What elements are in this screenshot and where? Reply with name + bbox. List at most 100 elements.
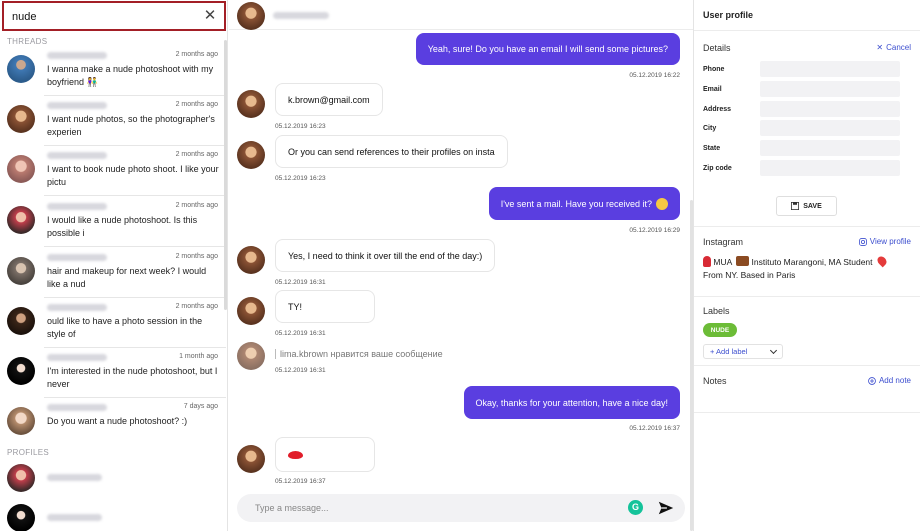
thread-time: 7 days ago [183, 403, 218, 410]
panel-title: User profile [703, 10, 754, 20]
avatar [7, 55, 35, 83]
label-tag[interactable]: NUDE [703, 323, 737, 337]
profile-item[interactable] [0, 498, 226, 531]
thread-name-blurred [47, 354, 107, 361]
thread-item[interactable]: 2 months ago hair and makeup for next we… [0, 248, 226, 298]
add-label-dropdown[interactable]: + Add label [703, 344, 783, 359]
divider [694, 30, 920, 31]
message-text: TY! [288, 301, 303, 312]
city-field[interactable] [760, 120, 900, 136]
save-label: SAVE [803, 202, 822, 210]
close-icon: ✕ [876, 43, 884, 52]
incoming-message [275, 437, 375, 472]
thread-item[interactable]: 7 days ago Do you want a nude photoshoot… [0, 398, 226, 448]
thread-time: 2 months ago [175, 151, 218, 158]
add-note-button[interactable]: Add note [868, 376, 911, 385]
clear-search-icon[interactable]: ✕ [203, 8, 217, 24]
field-label-state: State [703, 145, 721, 152]
message-time: 05.12.2019 16:23 [275, 175, 326, 182]
briefcase-emoji-icon [736, 256, 750, 266]
divider [694, 296, 920, 297]
details-heading: Details [703, 43, 731, 53]
avatar [7, 105, 35, 133]
zip-code-field[interactable] [760, 160, 900, 176]
outgoing-message: Okay, thanks for your attention, have a … [463, 386, 680, 419]
bio-text-1: MUA [713, 257, 732, 267]
thread-item[interactable]: 2 months ago I would like a nude photosh… [0, 197, 226, 247]
thread-snippet: I would like a nude photoshoot. Is this … [47, 215, 198, 238]
labels-heading: Labels [703, 306, 730, 316]
field-label-address: Address [703, 106, 732, 113]
bio-text-2: Instituto Marangoni, MA Student [751, 257, 873, 267]
message-time: 05.12.2019 16:31 [275, 367, 326, 374]
send-icon[interactable] [657, 499, 675, 517]
message-composer[interactable]: G [237, 494, 685, 522]
profiles-section-label: PROFILES [7, 448, 49, 457]
avatar [7, 504, 35, 531]
message-text: Yes, I need to think it over till the en… [288, 250, 483, 261]
thread-name-blurred [47, 304, 107, 311]
avatar [237, 90, 265, 118]
add-label-text: + Add label [710, 347, 748, 356]
email-field[interactable] [760, 81, 900, 97]
avatar [237, 141, 265, 169]
pin-emoji-icon [875, 254, 889, 268]
message-time: 05.12.2019 16:31 [275, 330, 326, 337]
profile-name-blurred [47, 514, 102, 521]
profile-name-blurred [47, 474, 102, 481]
contact-name-blurred [273, 12, 329, 19]
notes-heading: Notes [703, 376, 727, 386]
thread-name-blurred [47, 152, 107, 159]
message-text: Or you can send references to their prof… [288, 146, 495, 157]
address-field[interactable] [760, 101, 900, 117]
grammarly-icon[interactable]: G [628, 500, 643, 515]
threads-panel: ✕ THREADS 2 months ago I wanna make a nu… [0, 0, 228, 531]
phone-field[interactable] [760, 61, 900, 77]
save-button[interactable]: SAVE [776, 196, 837, 216]
chat-panel: Yeah, sure! Do you have an email I will … [229, 0, 693, 531]
thread-item[interactable]: 1 month ago I'm interested in the nude p… [0, 348, 226, 398]
thread-item[interactable]: 2 months ago I want to book nude photo s… [0, 146, 226, 196]
divider [44, 195, 226, 196]
message-time: 05.12.2019 16:23 [275, 123, 326, 130]
message-input[interactable] [255, 500, 595, 516]
search-box[interactable]: ✕ [2, 1, 226, 31]
thread-name-blurred [47, 102, 107, 109]
thread-item[interactable]: 2 months ago I want nude photos, so the … [0, 96, 226, 146]
thread-name-blurred [47, 52, 107, 59]
thread-item[interactable]: 2 months ago I wanna make a nude photosh… [0, 46, 226, 96]
threads-section-label: THREADS [7, 37, 48, 46]
avatar [7, 155, 35, 183]
message-text: Okay, thanks for your attention, have a … [475, 397, 668, 408]
avatar[interactable] [237, 2, 265, 30]
thread-snippet: I'm interested in the nude photoshoot, b… [47, 366, 218, 389]
search-input[interactable] [12, 9, 192, 25]
lipstick-emoji-icon [703, 256, 711, 267]
state-field[interactable] [760, 140, 900, 156]
instagram-heading: Instagram [703, 237, 744, 247]
message-time: 05.12.2019 16:37 [629, 425, 680, 432]
view-profile-label: View profile [869, 237, 911, 246]
cancel-label: Cancel [886, 43, 911, 52]
threads-scrollbar[interactable] [224, 40, 227, 310]
bio-text-3: From NY. Based in Paris [703, 270, 796, 280]
thread-item[interactable]: 2 months ago ould like to have a photo s… [0, 298, 226, 348]
message-time: 05.12.2019 16:31 [275, 279, 326, 286]
avatar [237, 342, 265, 370]
cancel-button[interactable]: ✕ Cancel [876, 43, 911, 52]
thread-snippet: hair and makeup for next week? I would l… [47, 266, 207, 289]
thread-snippet: I wanna make a nude photoshoot with my b… [47, 64, 214, 87]
avatar [7, 307, 35, 335]
divider [694, 365, 920, 366]
thread-snippet: ould like to have a photo session in the… [47, 316, 203, 339]
message-text: I've sent a mail. Have you received it? [500, 198, 652, 209]
thread-time: 2 months ago [175, 202, 218, 209]
view-profile-link[interactable]: View profile [858, 237, 911, 246]
divider [694, 226, 920, 227]
avatar [7, 407, 35, 435]
divider [44, 246, 226, 247]
message-time: 05.12.2019 16:37 [275, 478, 326, 485]
reaction-notice: lima.kbrown нравится ваше сообщение [275, 349, 443, 359]
profile-item[interactable] [0, 458, 226, 498]
incoming-message: k.brown@gmail.com [275, 83, 383, 116]
